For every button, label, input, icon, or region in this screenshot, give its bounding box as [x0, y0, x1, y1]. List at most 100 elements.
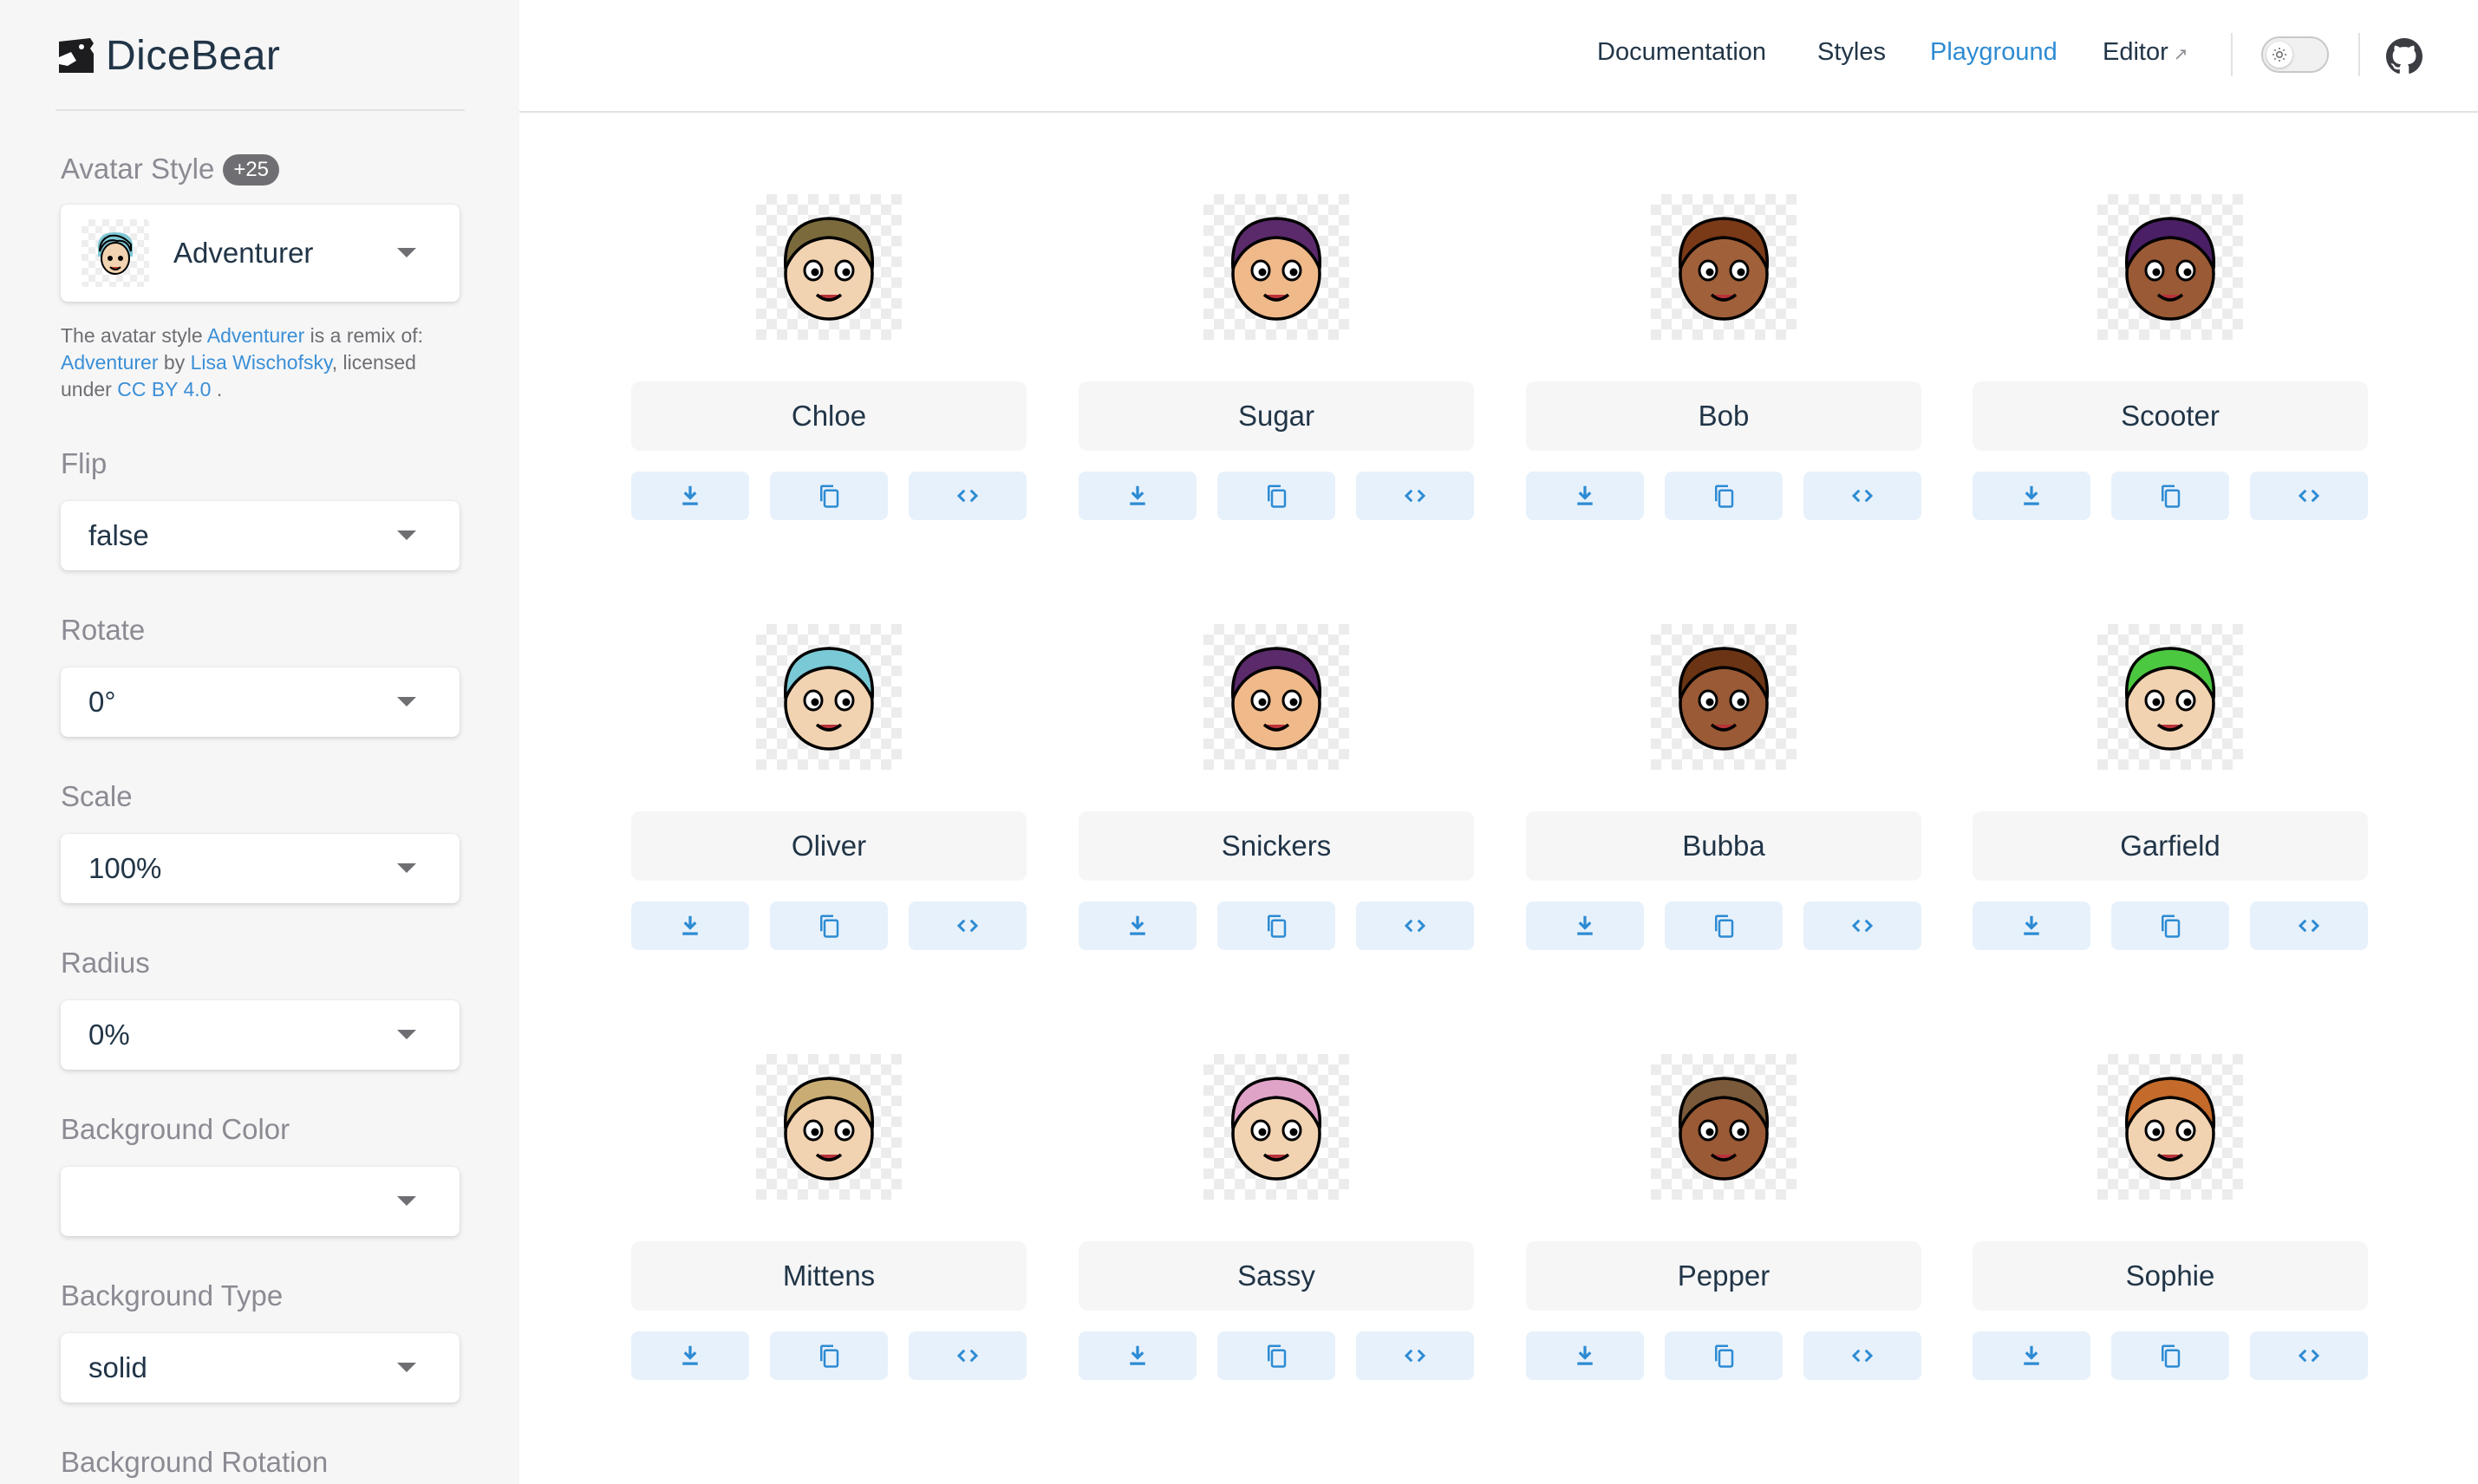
download-icon — [1577, 915, 1593, 935]
sidebar-divider — [55, 109, 465, 111]
copy-icon — [2162, 914, 2181, 938]
copy-button[interactable] — [770, 1331, 888, 1380]
dicebear-logo-icon — [59, 38, 94, 73]
copy-icon — [820, 914, 839, 938]
nav-documentation[interactable]: Documentation — [1597, 38, 1766, 67]
code-button[interactable] — [909, 472, 1027, 520]
flip-select[interactable]: false — [61, 501, 460, 570]
copy-button[interactable] — [2111, 472, 2229, 520]
download-icon — [2024, 485, 2039, 505]
code-button[interactable] — [1803, 901, 1921, 950]
avatar-image[interactable] — [2097, 194, 2243, 340]
background-color-label: Background Color — [61, 1113, 290, 1145]
adventurer-link[interactable]: Adventurer — [207, 324, 305, 347]
background-type-select[interactable]: solid — [61, 1333, 460, 1403]
download-button[interactable] — [1973, 472, 2090, 520]
download-button[interactable] — [631, 901, 749, 950]
download-icon — [2024, 1345, 2039, 1365]
avatar-style-select[interactable]: Adventurer — [61, 205, 460, 302]
avatar-image[interactable] — [1651, 624, 1797, 770]
code-icon — [1851, 919, 1874, 933]
avatar-image[interactable] — [1203, 624, 1349, 770]
avatar-image[interactable] — [756, 624, 902, 770]
download-button[interactable] — [1973, 901, 2090, 950]
radius-select[interactable]: 0% — [61, 1000, 460, 1070]
background-color-select[interactable] — [61, 1167, 460, 1236]
code-icon — [956, 1349, 979, 1363]
copy-button[interactable] — [1665, 901, 1783, 950]
copy-icon — [1268, 914, 1287, 938]
chevron-down-icon — [397, 863, 416, 873]
avatar-seed-name: Scooter — [1973, 381, 2368, 451]
chevron-down-icon — [397, 530, 416, 540]
nav-editor[interactable]: Editor ↗ — [2103, 38, 2188, 67]
download-button[interactable] — [1079, 1331, 1197, 1380]
theme-toggle[interactable] — [2261, 36, 2329, 73]
avatar-seed-name: Snickers — [1079, 811, 1474, 881]
code-button[interactable] — [909, 1331, 1027, 1380]
nav-playground[interactable]: Playground — [1930, 38, 2057, 67]
download-button[interactable] — [1526, 901, 1644, 950]
nav-divider — [2358, 33, 2360, 76]
scale-label: Scale — [61, 780, 133, 812]
avatar-seed-name: Mittens — [631, 1241, 1027, 1311]
copy-button[interactable] — [770, 901, 888, 950]
copy-button[interactable] — [1665, 1331, 1783, 1380]
rotate-select[interactable]: 0° — [61, 667, 460, 737]
download-button[interactable] — [631, 472, 749, 520]
download-button[interactable] — [631, 1331, 749, 1380]
copy-icon — [1268, 485, 1287, 508]
copy-button[interactable] — [770, 472, 888, 520]
nav-divider — [2231, 33, 2233, 76]
code-icon — [956, 919, 979, 933]
download-icon — [1130, 1345, 1145, 1365]
avatar-style-description: The avatar style Adventurer is a remix o… — [61, 324, 424, 400]
avatar-image[interactable] — [756, 1054, 902, 1200]
download-button[interactable] — [1973, 1331, 2090, 1380]
copy-button[interactable] — [1217, 1331, 1335, 1380]
code-button[interactable] — [1803, 1331, 1921, 1380]
download-button[interactable] — [1079, 472, 1197, 520]
copy-icon — [1715, 1344, 1734, 1368]
github-icon[interactable] — [2386, 38, 2423, 75]
code-button[interactable] — [2250, 472, 2368, 520]
code-button[interactable] — [2250, 1331, 2368, 1380]
author-link[interactable]: Lisa Wischofsky — [191, 351, 332, 374]
chevron-down-icon — [397, 1196, 416, 1206]
code-icon — [2298, 919, 2320, 933]
code-button[interactable] — [1356, 1331, 1474, 1380]
code-icon — [956, 489, 979, 503]
copy-icon — [1268, 1344, 1287, 1368]
code-button[interactable] — [1803, 472, 1921, 520]
avatar-image[interactable] — [1203, 194, 1349, 340]
avatar-image[interactable] — [1651, 194, 1797, 340]
license-link[interactable]: CC BY 4.0 — [117, 378, 211, 400]
download-button[interactable] — [1526, 472, 1644, 520]
download-button[interactable] — [1526, 1331, 1644, 1380]
code-button[interactable] — [909, 901, 1027, 950]
code-button[interactable] — [2250, 901, 2368, 950]
styles-count-badge: +25 — [223, 154, 280, 186]
avatar-image[interactable] — [1203, 1054, 1349, 1200]
download-icon — [682, 915, 698, 935]
nav-styles[interactable]: Styles — [1817, 38, 1886, 67]
download-button[interactable] — [1079, 901, 1197, 950]
scale-select[interactable]: 100% — [61, 834, 460, 903]
avatar-image[interactable] — [2097, 1054, 2243, 1200]
flip-label: Flip — [61, 447, 108, 479]
avatar-image[interactable] — [2097, 624, 2243, 770]
code-icon — [2298, 1349, 2320, 1363]
background-rotation-label: Background Rotation — [61, 1446, 329, 1478]
copy-button[interactable] — [1665, 472, 1783, 520]
code-button[interactable] — [1356, 901, 1474, 950]
copy-button[interactable] — [2111, 901, 2229, 950]
adventurer-source-link[interactable]: Adventurer — [61, 351, 159, 374]
copy-button[interactable] — [1217, 901, 1335, 950]
avatar-image[interactable] — [756, 194, 902, 340]
code-icon — [1851, 489, 1874, 503]
avatar-image[interactable] — [1651, 1054, 1797, 1200]
logo[interactable]: DiceBear — [55, 31, 280, 80]
copy-button[interactable] — [1217, 472, 1335, 520]
copy-button[interactable] — [2111, 1331, 2229, 1380]
code-button[interactable] — [1356, 472, 1474, 520]
